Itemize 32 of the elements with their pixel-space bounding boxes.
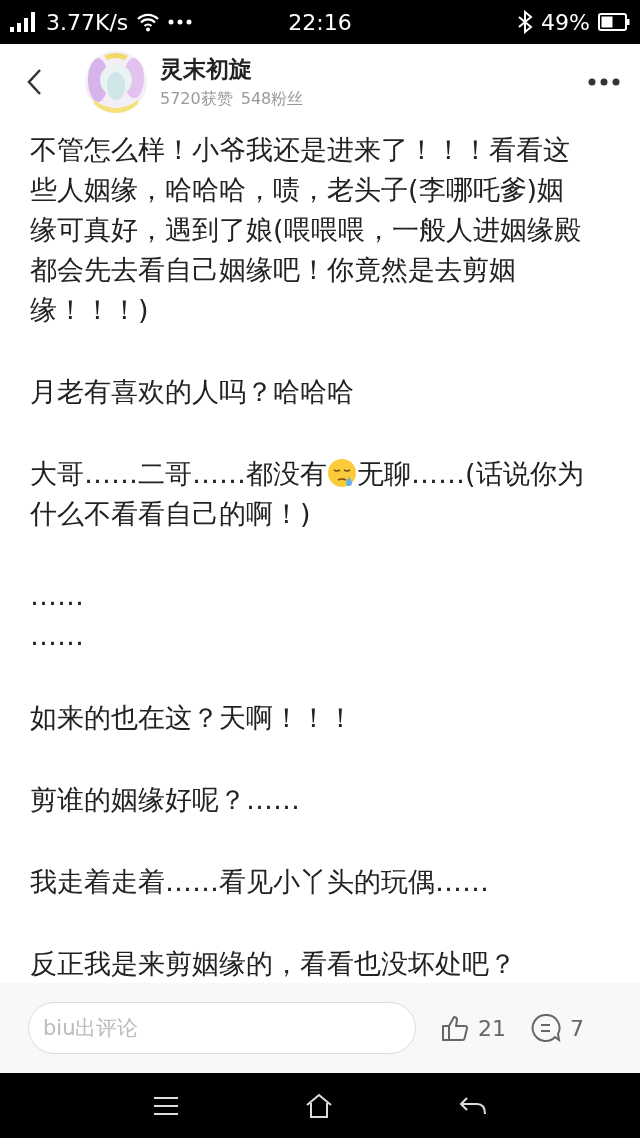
fans-count: 548粉丝 — [240, 89, 304, 110]
more-icon — [168, 19, 193, 25]
bluetooth-icon — [517, 10, 534, 34]
like-button[interactable]: 21 — [440, 1013, 506, 1043]
thumbs-up-icon — [440, 1013, 470, 1043]
post-text: 不管怎么样！小爷我还是进来了！！！看看这些人姻缘，哈哈哈，啧，老头子(李哪吒爹)姻缘可真好，遇到了娘(喂喂喂，一般人进姻缘殿都会先去看自己姻缘吧！你竟然是去剪姻缘！！！) — [30, 134, 581, 325]
battery-percent: 49% — [541, 9, 590, 35]
post-text: 月老有喜欢的人吗？哈哈哈 — [30, 376, 354, 407]
post-text: 我走着走着……看见小丫头的玩偶…… — [30, 866, 489, 897]
post-text: 如来的也在这？天啊！！！ — [30, 702, 354, 733]
user-name[interactable]: 灵末初旋 — [160, 54, 252, 85]
post-text: …… …… — [30, 580, 84, 651]
wifi-icon — [136, 12, 161, 32]
post-text: 什么不看看自己的啊！) — [30, 498, 311, 529]
post-text: 剪谁的姻缘好呢？…… — [30, 784, 300, 815]
signal-icon — [10, 11, 38, 33]
battery-icon — [598, 13, 630, 31]
home-icon — [305, 1092, 333, 1119]
comment-button[interactable]: 7 — [530, 1013, 584, 1043]
clock-time: 22:16 — [288, 9, 352, 35]
back-arrow-icon — [459, 1095, 487, 1116]
post-text: 大哥……二哥……都没有 — [30, 458, 327, 489]
post-text: 反正我是来剪姻缘的，看看也没坏处吧？ — [30, 948, 516, 979]
chevron-left-icon — [26, 68, 42, 96]
menu-icon — [153, 1095, 179, 1116]
network-speed: 3.77K/s — [46, 9, 129, 35]
likes-count: 5720获赞 — [160, 89, 233, 110]
post-text: 无聊……(话说你为 — [357, 458, 584, 489]
more-icon — [588, 78, 620, 86]
comment-field[interactable]: biu出评论 — [28, 1002, 416, 1054]
comment-icon — [530, 1013, 562, 1043]
sleepy-face-icon — [327, 458, 357, 488]
